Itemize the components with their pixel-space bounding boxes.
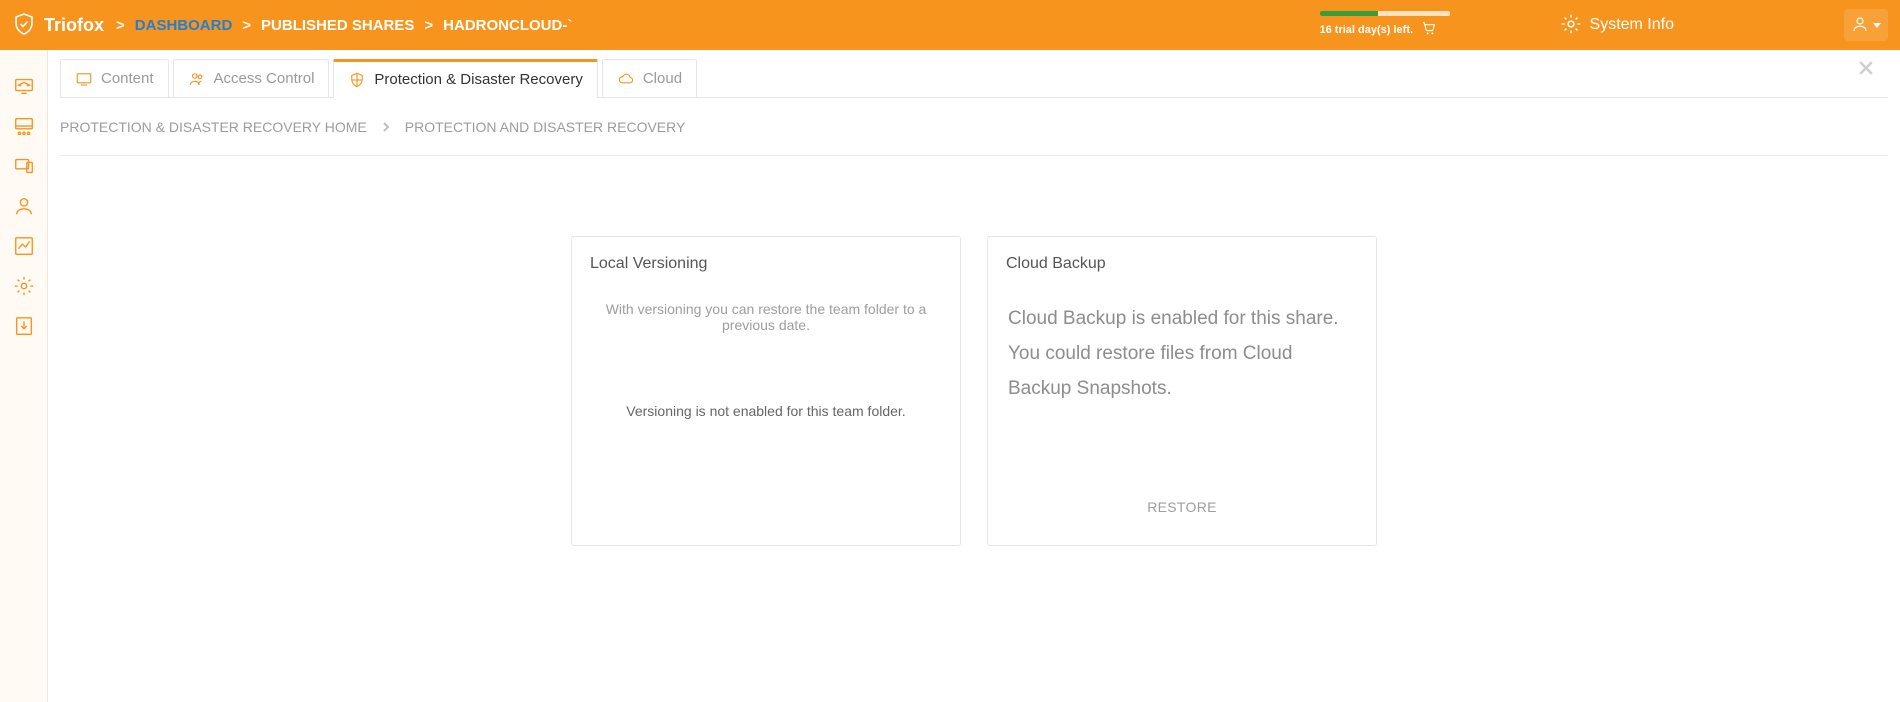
system-info-button[interactable]: System Info	[1560, 13, 1674, 38]
top-bar: Triofox > DASHBOARD > PUBLISHED SHARES >…	[0, 0, 1900, 50]
sidebar-item-share[interactable]	[0, 66, 47, 106]
sidebar-item-users[interactable]	[0, 186, 47, 226]
card-local-versioning: Local Versioning With versioning you can…	[571, 236, 961, 546]
sidebar-item-settings[interactable]	[0, 266, 47, 306]
sidebar-item-devices[interactable]	[0, 106, 47, 146]
sidebar-item-reports[interactable]	[0, 226, 47, 266]
header-breadcrumb: > DASHBOARD > PUBLISHED SHARES > HADRONC…	[112, 17, 572, 34]
crumb-share-name[interactable]: HADRONCLOUD-`	[443, 17, 572, 34]
chevron-right-icon	[381, 119, 391, 135]
brand-block[interactable]: Triofox	[12, 12, 104, 39]
tab-access-label: Access Control	[214, 70, 315, 87]
card-versioning-status: Versioning is not enabled for this team …	[590, 403, 942, 419]
crumb-sep: >	[112, 17, 129, 34]
crumb-sep: >	[420, 17, 437, 34]
brand-shield-icon	[12, 12, 36, 39]
left-sidebar	[0, 50, 48, 702]
chevron-down-icon	[1873, 23, 1881, 28]
user-menu-button[interactable]	[1844, 9, 1888, 41]
settings-gear-icon	[1560, 13, 1582, 38]
main-content: Content Access Control Protection & Disa…	[48, 50, 1900, 702]
trial-progress-bar	[1320, 11, 1450, 16]
shopping-cart-icon[interactable]	[1421, 20, 1437, 39]
tab-protection-label: Protection & Disaster Recovery	[374, 71, 582, 88]
card-cloud-backup: Cloud Backup Cloud Backup is enabled for…	[987, 236, 1377, 546]
subcrumb-home[interactable]: PROTECTION & DISASTER RECOVERY HOME	[60, 119, 367, 135]
tab-content-label: Content	[101, 70, 154, 87]
crumb-published-shares[interactable]: PUBLISHED SHARES	[261, 17, 414, 34]
brand-name: Triofox	[44, 15, 104, 36]
tab-access-control[interactable]: Access Control	[173, 59, 330, 97]
card-versioning-title: Local Versioning	[590, 255, 942, 273]
crumb-dashboard[interactable]: DASHBOARD	[135, 17, 233, 34]
tab-bar: Content Access Control Protection & Disa…	[60, 50, 1888, 98]
trial-days-label: 16 trial day(s) left.	[1320, 24, 1414, 36]
card-cloud-body: Cloud Backup is enabled for this share. …	[1006, 301, 1358, 406]
cards-container: Local Versioning With versioning you can…	[60, 236, 1888, 546]
tab-protection-recovery[interactable]: Protection & Disaster Recovery	[333, 59, 597, 97]
restore-button[interactable]: RESTORE	[988, 499, 1376, 515]
close-panel-button[interactable]	[1856, 58, 1876, 81]
subcrumb-current: PROTECTION AND DISASTER RECOVERY	[405, 119, 686, 135]
tab-cloud[interactable]: Cloud	[602, 59, 697, 97]
trial-status[interactable]: 16 trial day(s) left.	[1320, 11, 1450, 39]
crumb-sep: >	[238, 17, 255, 34]
tab-cloud-label: Cloud	[643, 70, 682, 87]
sidebar-item-download[interactable]	[0, 306, 47, 346]
system-info-label: System Info	[1590, 16, 1674, 34]
card-versioning-desc: With versioning you can restore the team…	[590, 301, 942, 333]
card-cloud-title: Cloud Backup	[1006, 255, 1358, 273]
sidebar-item-clients[interactable]	[0, 146, 47, 186]
tab-content[interactable]: Content	[60, 59, 169, 97]
sub-breadcrumb: PROTECTION & DISASTER RECOVERY HOME PROT…	[60, 98, 1888, 156]
user-avatar-icon	[1851, 15, 1869, 36]
